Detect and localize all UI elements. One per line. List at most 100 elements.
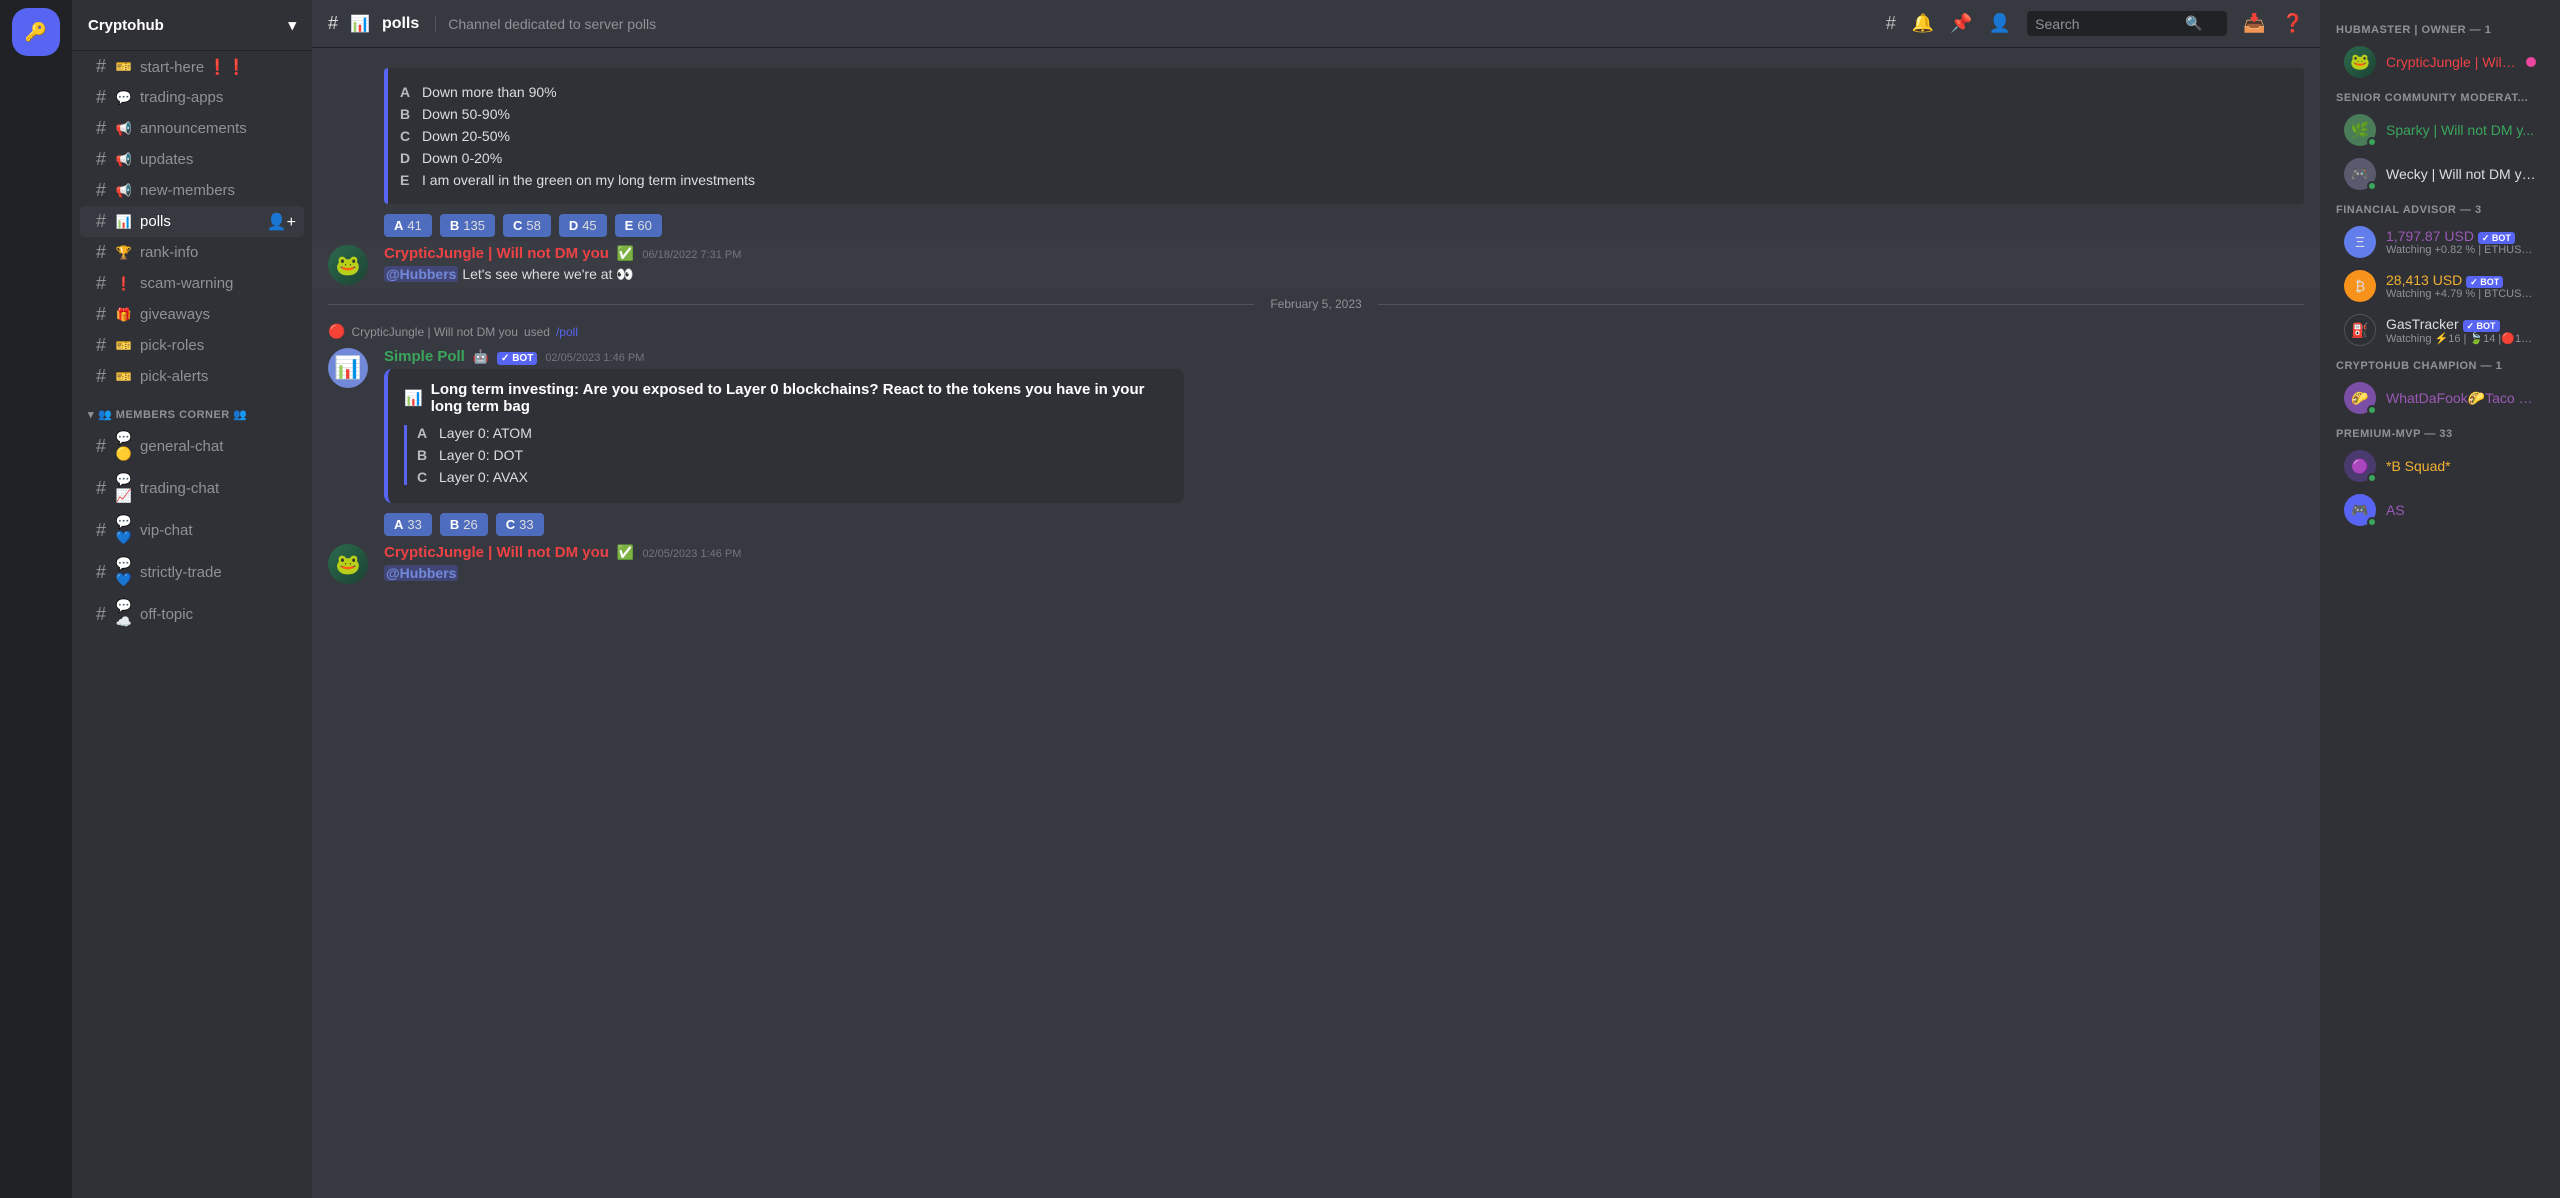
channel-emoji-rank-info: 🏆: [114, 245, 134, 261]
member-sub-eth: Watching +0.82 % | ETHUSD | ...: [2386, 244, 2536, 256]
vote-badge-d[interactable]: D 45: [559, 214, 607, 237]
member-name-gastracker: GasTracker ✓ BOT: [2386, 316, 2536, 332]
member-item-as[interactable]: 🎮 AS: [2328, 488, 2552, 532]
channel-emoji-updates: 📢: [114, 152, 134, 168]
member-item-bsquad[interactable]: 🟣 *B Squad*: [2328, 444, 2552, 488]
author-cj-1: CrypticJungle | Will not DM you: [384, 245, 609, 262]
channel-label-giveaways: giveaways: [140, 306, 210, 323]
hash-icon: #: [96, 87, 106, 108]
timestamp-cj-2: 02/05/2023 1:46 PM: [642, 548, 741, 560]
mention-hubbers-1: @Hubbers: [384, 266, 458, 282]
member-section-champion: CRYPTOHUB CHAMPION — 1: [2320, 352, 2560, 376]
poll-option-b-partial: B Down 50-90%: [400, 106, 2292, 122]
hash-icon: #: [96, 211, 106, 232]
date-divider-text: February 5, 2023: [1270, 297, 1361, 311]
avatar-sparky: 🌿: [2344, 114, 2376, 146]
collapse-icon[interactable]: ▾: [88, 408, 94, 421]
poll-votes-partial: A 41 B 135 C 58 D 45: [384, 214, 2304, 237]
member-item-btc[interactable]: ₿ 28,413 USD ✓ BOT Watching +4.79 % | BT…: [2328, 264, 2552, 308]
add-member-icon[interactable]: 👤+: [267, 212, 296, 232]
status-online-wecky: [2367, 181, 2377, 191]
message-text-cj-1: @Hubbers Let's see where we're at 👀: [384, 266, 2304, 283]
sidebar-item-giveaways[interactable]: # 🎁 giveaways: [80, 299, 304, 330]
sidebar-item-pick-alerts[interactable]: # 🎫 pick-alerts: [80, 361, 304, 392]
channel-sidebar: Cryptohub ▾ # 🎫 start-here ❗❗ # 💬 tradin…: [72, 0, 312, 1198]
server-header[interactable]: Cryptohub ▾: [72, 0, 312, 51]
avatar-eth: Ξ: [2344, 226, 2376, 258]
message-content-cj-1: CrypticJungle | Will not DM you ✅ 06/18/…: [384, 245, 2304, 285]
sidebar-item-updates[interactable]: # 📢 updates: [80, 144, 304, 175]
member-name-cj: CrypticJungle | Will...: [2386, 54, 2516, 70]
command-name: /poll: [556, 325, 578, 339]
command-user: CrypticJungle | Will not DM you: [351, 325, 518, 339]
sidebar-item-off-topic[interactable]: # 💬☁️ off-topic: [80, 593, 304, 635]
member-item-crypticjungle[interactable]: 🐸 CrypticJungle | Will...: [2328, 40, 2552, 84]
message-content-cj-2: CrypticJungle | Will not DM you ✅ 02/05/…: [384, 544, 2304, 584]
sidebar-item-start-here[interactable]: # 🎫 start-here ❗❗: [80, 51, 304, 82]
help-icon[interactable]: ❓: [2282, 13, 2304, 34]
channel-emoji-pick-roles: 🎫: [114, 338, 134, 354]
hash-icon: #: [96, 149, 106, 170]
channel-label-general-chat: general-chat: [140, 438, 223, 455]
vote-badge-a-layer0[interactable]: A 33: [384, 513, 432, 536]
sidebar-item-pick-roles[interactable]: # 🎫 pick-roles: [80, 330, 304, 361]
vote-badge-b[interactable]: B 135: [440, 214, 495, 237]
avatar-crypticjungle-1: 🐸: [328, 245, 368, 285]
timestamp-simple-poll: 02/05/2023 1:46 PM: [545, 352, 644, 364]
date-divider-feb5: February 5, 2023: [312, 289, 2320, 319]
sidebar-item-trading-chat[interactable]: # 💬📈 trading-chat: [80, 467, 304, 509]
vote-badge-e[interactable]: E 60: [615, 214, 662, 237]
sidebar-item-announcements[interactable]: # 📢 announcements: [80, 113, 304, 144]
member-item-gastracker[interactable]: ⛽ GasTracker ✓ BOT Watching ⚡16 | 🍃14 |🔴…: [2328, 308, 2552, 352]
vote-badge-b-layer0[interactable]: B 26: [440, 513, 488, 536]
member-name-btc: 28,413 USD ✓ BOT: [2386, 272, 2536, 288]
sidebar-item-new-members[interactable]: # 📢 new-members: [80, 175, 304, 206]
members-corner-header: ▾ 👥 MEMBERS CORNER 👥: [72, 392, 312, 425]
status-online-as: [2367, 517, 2377, 527]
sidebar-item-vip-chat[interactable]: # 💬💙 vip-chat: [80, 509, 304, 551]
message-group-cj-1: 🐸 CrypticJungle | Will not DM you ✅ 06/1…: [312, 241, 2320, 289]
search-input[interactable]: [2035, 16, 2185, 32]
poll-partial-content: A Down more than 90% B Down 50-90% C Dow…: [384, 68, 2304, 237]
member-item-wecky[interactable]: 🎮 Wecky | Will not DM you: [2328, 152, 2552, 196]
pin-icon[interactable]: 📌: [1950, 13, 1972, 34]
vote-badge-a[interactable]: A 41: [384, 214, 432, 237]
poll-option-c-partial: C Down 20-50%: [400, 128, 2292, 144]
poll-title-layer0: 📊 Long term investing: Are you exposed t…: [404, 381, 1168, 415]
member-name-whatdafook: WhatDaFook🌮Taco D...: [2386, 390, 2536, 407]
hashtag-icon[interactable]: #: [1886, 13, 1896, 34]
sidebar-item-scam-warning[interactable]: # ❗ scam-warning: [80, 268, 304, 299]
channel-emoji-new-members: 📢: [114, 183, 134, 199]
channel-label-scam-warning: scam-warning: [140, 275, 233, 292]
chevron-down-icon: ▾: [288, 16, 296, 34]
member-info-sparky: Sparky | Will not DM y...: [2386, 122, 2534, 138]
members-icon[interactable]: 👤: [1989, 13, 2011, 34]
member-item-sparky[interactable]: 🌿 Sparky | Will not DM y...: [2328, 108, 2552, 152]
command-user-icon: 🔴: [328, 323, 345, 340]
search-bar[interactable]: 🔍: [2027, 11, 2227, 36]
pink-status-dot: [2526, 57, 2536, 67]
message-group-cj-2: 🐸 CrypticJungle | Will not DM you ✅ 02/0…: [312, 540, 2320, 588]
sidebar-item-general-chat[interactable]: # 💬🟡 general-chat: [80, 425, 304, 467]
channel-emoji-polls: 📊: [114, 214, 134, 230]
message-text-cj-2: @Hubbers: [384, 565, 2304, 581]
vote-badge-c[interactable]: C 58: [503, 214, 551, 237]
bell-icon[interactable]: 🔔: [1912, 13, 1934, 34]
member-item-whatdafook[interactable]: 🌮 WhatDaFook🌮Taco D...: [2328, 376, 2552, 420]
sidebar-item-strictly-trade[interactable]: # 💬💙 strictly-trade: [80, 551, 304, 593]
member-item-eth[interactable]: Ξ 1,797.87 USD ✓ BOT Watching +0.82 % | …: [2328, 220, 2552, 264]
sidebar-item-polls[interactable]: # 📊 polls 👤+: [80, 206, 304, 237]
hash-icon: #: [96, 604, 106, 625]
channel-label-strictly-trade: strictly-trade: [140, 564, 222, 581]
server-icon-cryptohub[interactable]: 🔑: [12, 8, 60, 56]
vote-badge-c-layer0[interactable]: C 33: [496, 513, 544, 536]
inbox-icon[interactable]: 📥: [2243, 13, 2265, 34]
verified-badge-cj-1: ✅: [617, 245, 634, 262]
channel-label-pick-roles: pick-roles: [140, 337, 204, 354]
hash-icon: #: [96, 304, 106, 325]
member-name-eth: 1,797.87 USD ✓ BOT: [2386, 228, 2536, 244]
sidebar-item-rank-info[interactable]: # 🏆 rank-info: [80, 237, 304, 268]
sidebar-item-trading-apps[interactable]: # 💬 trading-apps: [80, 82, 304, 113]
channel-label-polls: polls: [140, 213, 171, 230]
message-group-simple-poll: 📊 Simple Poll 🤖 ✓ BOT 02/05/2023 1:46 PM…: [312, 344, 2320, 540]
